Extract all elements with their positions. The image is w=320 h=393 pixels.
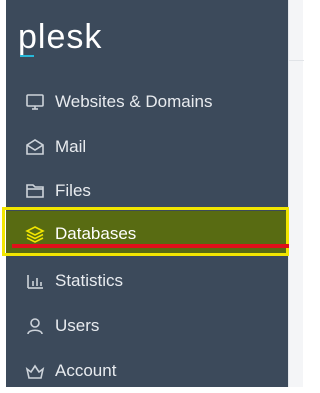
- logo-accent: [20, 55, 34, 57]
- sidebar-item-account[interactable]: Account: [6, 348, 288, 393]
- sidebar-item-files[interactable]: Files: [6, 168, 288, 213]
- plesk-logo[interactable]: plesk: [18, 20, 102, 54]
- crown-icon: [24, 360, 46, 382]
- bar-chart-icon: [24, 270, 46, 292]
- sidebar-item-label: Statistics: [55, 270, 124, 290]
- sidebar-item-databases[interactable]: Databases: [6, 211, 288, 256]
- sidebar-item-label: Account: [55, 360, 117, 380]
- sidebar-item-users[interactable]: Users: [6, 303, 288, 348]
- monitor-icon: [24, 91, 46, 113]
- sidebar-item-statistics[interactable]: Statistics: [6, 258, 288, 303]
- sidebar-item-label: Databases: [55, 223, 137, 243]
- sidebar-item-label: Files: [55, 180, 91, 200]
- sidebar-item-mail[interactable]: Mail: [6, 124, 288, 169]
- sidebar-item-websites-domains[interactable]: Websites & Domains: [6, 79, 288, 124]
- content-area-edge: [288, 0, 304, 387]
- sidebar-item-label: Users: [55, 315, 100, 335]
- mail-icon: [24, 136, 46, 158]
- sidebar-item-label: Websites & Domains: [55, 91, 213, 111]
- folder-icon: [24, 180, 46, 202]
- database-stack-icon: [24, 223, 46, 245]
- user-icon: [24, 315, 46, 337]
- sidebar-item-label: Mail: [55, 136, 87, 156]
